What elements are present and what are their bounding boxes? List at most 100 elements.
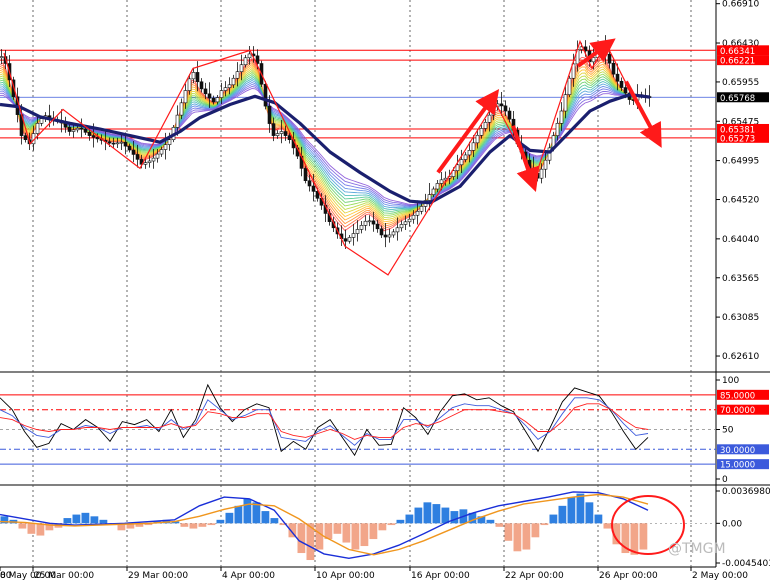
candle-body bbox=[463, 154, 468, 160]
candle-body bbox=[591, 57, 596, 63]
candle-body bbox=[187, 78, 192, 91]
price-axis-label: 0.63565 bbox=[722, 274, 759, 284]
candle-body bbox=[155, 153, 160, 159]
candle-body bbox=[487, 114, 492, 123]
candle-body bbox=[351, 233, 356, 238]
candle-body bbox=[215, 97, 220, 103]
candle-body bbox=[419, 206, 424, 212]
time-axis-label: 29 Mar 00:00 bbox=[128, 571, 188, 581]
candle-body bbox=[211, 97, 216, 103]
candle-body bbox=[555, 123, 560, 136]
histogram-bar bbox=[513, 523, 522, 552]
histogram-bar bbox=[270, 518, 279, 524]
candle-body bbox=[303, 168, 308, 181]
histogram-bar bbox=[243, 498, 252, 524]
trading-chart: 0.669100.664300.659550.654750.649950.645… bbox=[0, 0, 770, 585]
candle-body bbox=[355, 229, 360, 234]
histogram-bar bbox=[441, 507, 450, 524]
candle-body bbox=[607, 53, 612, 64]
candle-body bbox=[559, 110, 564, 124]
histogram-bar bbox=[315, 523, 324, 550]
histogram-bar bbox=[369, 523, 378, 540]
candle-body bbox=[415, 211, 420, 216]
price-axis-label: 0.64040 bbox=[722, 235, 759, 245]
candle-body bbox=[87, 132, 92, 136]
price-axis-label: 0.63085 bbox=[722, 313, 759, 323]
histogram-bar bbox=[423, 502, 432, 524]
price-tag-label: 0.65273 bbox=[720, 134, 755, 144]
candle-body bbox=[367, 220, 372, 223]
histogram-axis-label: -0.0045403 bbox=[722, 559, 770, 569]
candle-body bbox=[151, 157, 156, 162]
histogram-bar bbox=[405, 514, 414, 524]
histogram-bar bbox=[234, 505, 243, 524]
histogram-bar bbox=[414, 507, 423, 524]
candle-body bbox=[195, 72, 200, 83]
histogram-bar bbox=[207, 523, 216, 526]
histogram-bar bbox=[495, 523, 504, 527]
candle-body bbox=[107, 141, 112, 144]
candle-body bbox=[227, 84, 232, 88]
candle-body bbox=[375, 223, 380, 230]
candle-body bbox=[311, 185, 316, 192]
candle-body bbox=[307, 180, 312, 187]
candle-body bbox=[383, 234, 388, 238]
chart-window: 0.66910 0.66430 0.65955 0.65475 0.64995 0.645… bbox=[0, 0, 770, 585]
histogram-bar bbox=[27, 523, 36, 534]
candle-body bbox=[127, 145, 132, 151]
histogram-bar bbox=[90, 516, 99, 524]
candle-body bbox=[131, 149, 136, 155]
histogram-bar bbox=[63, 518, 72, 524]
histogram-bar bbox=[450, 511, 459, 524]
candle-body bbox=[0, 56, 4, 59]
candle-body bbox=[379, 228, 384, 236]
candle-body bbox=[79, 127, 84, 130]
candle-body bbox=[143, 162, 148, 165]
candle-body bbox=[427, 194, 432, 201]
price-axis-label: 0.64995 bbox=[722, 157, 759, 167]
candle-body bbox=[359, 225, 364, 230]
time-axis-label: 4 Apr 00:00 bbox=[222, 571, 275, 581]
candle-body bbox=[231, 77, 236, 86]
price-axis-label: 0.66910 bbox=[722, 0, 759, 10]
candle-body bbox=[347, 237, 352, 242]
candle-body bbox=[539, 168, 544, 179]
candle-body bbox=[23, 135, 28, 141]
price-axis-label: 0.62610 bbox=[722, 352, 759, 362]
histogram-bar bbox=[387, 523, 396, 526]
candle-body bbox=[499, 103, 504, 107]
time-axis-label: 8 May 00:00 bbox=[0, 571, 56, 581]
histogram-bar bbox=[576, 493, 585, 524]
histogram-bar bbox=[81, 512, 90, 524]
histogram-bar bbox=[216, 519, 225, 524]
oscillator-axis-label: 50 bbox=[722, 426, 734, 436]
candle-body bbox=[159, 149, 164, 155]
candle-body bbox=[263, 83, 268, 107]
histogram-bar bbox=[180, 523, 189, 527]
candle-body bbox=[491, 106, 496, 116]
histogram-bar bbox=[378, 523, 387, 531]
oscillator-level-label: 15.0000 bbox=[720, 461, 755, 471]
histogram-bar bbox=[603, 523, 612, 529]
candle-body bbox=[479, 128, 484, 136]
histogram-bar bbox=[225, 512, 234, 524]
candle-body bbox=[615, 73, 620, 82]
candle-body bbox=[123, 141, 128, 147]
histogram-bar bbox=[351, 523, 360, 550]
candle-body bbox=[163, 144, 168, 150]
histogram-bar bbox=[333, 523, 342, 534]
oscillator-level-label: 30.0000 bbox=[720, 446, 755, 456]
price-axis-label: 0.64520 bbox=[722, 196, 759, 206]
histogram-bar bbox=[360, 523, 369, 547]
candle-body bbox=[119, 141, 124, 144]
candle-body bbox=[67, 126, 72, 132]
candle-body bbox=[431, 188, 436, 195]
candle-body bbox=[623, 87, 628, 94]
candle-body bbox=[267, 105, 272, 124]
candle-body bbox=[403, 221, 408, 225]
histogram-bar bbox=[531, 523, 540, 538]
candle-body bbox=[39, 118, 44, 124]
candle-body bbox=[371, 220, 376, 225]
histogram-bar bbox=[72, 514, 81, 524]
oscillator-axis-label: 100 bbox=[722, 376, 739, 386]
